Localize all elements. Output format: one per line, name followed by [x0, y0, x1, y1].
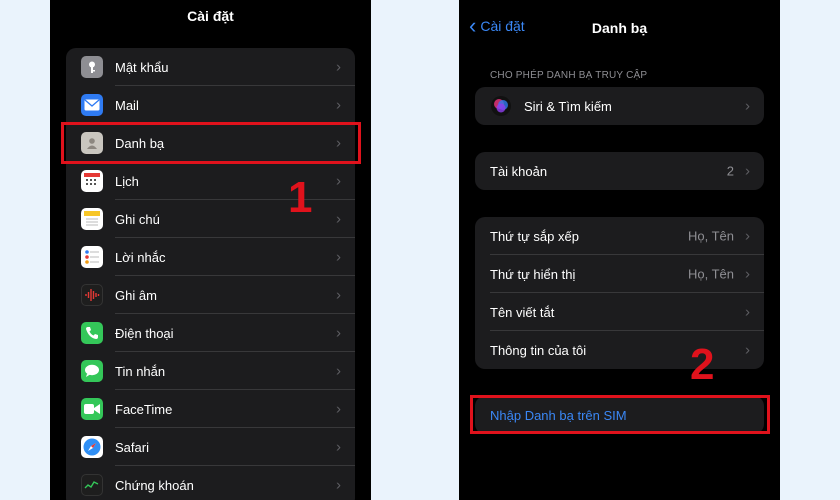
my-info-label: Thông tin của tôi	[490, 342, 587, 358]
settings-item-messages[interactable]: Tin nhắn ›	[66, 352, 355, 390]
calendar-icon	[81, 170, 103, 192]
settings-item-label: Safari	[115, 439, 149, 455]
display-order-value: Họ, Tên	[687, 266, 734, 282]
chevron-right-icon: ›	[336, 324, 341, 342]
page-title: Danh bạ	[591, 20, 648, 36]
safari-icon	[81, 436, 103, 458]
highlight-box	[61, 122, 361, 164]
contacts-settings-screen: ‹ Cài đặt Danh bạ CHO PHÉP DANH BẠ TRUY …	[459, 0, 780, 500]
step-number: 2	[690, 340, 715, 389]
settings-item-label: Lời nhắc	[115, 249, 166, 265]
section-header: CHO PHÉP DANH BẠ TRUY CẬP	[490, 70, 648, 81]
display-order-label: Thứ tự hiển thị	[490, 266, 576, 282]
chevron-right-icon: ›	[336, 210, 341, 228]
settings-list: Mật khẩu › Mail › Danh bạ › Lịch › Ghi c…	[66, 48, 355, 500]
chevron-right-icon: ›	[336, 362, 341, 380]
settings-item-label: Điện thoại	[115, 325, 174, 341]
stocks-icon	[81, 474, 103, 496]
display-group: Thứ tự sắp xếp Họ, Tên › Thứ tự hiển thị…	[475, 217, 764, 369]
chevron-right-icon: ›	[336, 438, 341, 456]
page-title: Cài đặt	[187, 8, 234, 24]
settings-item-label: Chứng khoán	[115, 477, 194, 493]
chevron-right-icon: ›	[745, 227, 750, 245]
settings-item-passwords[interactable]: Mật khẩu ›	[66, 48, 355, 86]
settings-item-label: Ghi chú	[115, 211, 160, 227]
siri-search-item[interactable]: Siri & Tìm kiếm ›	[475, 87, 764, 125]
settings-item-safari[interactable]: Safari ›	[66, 428, 355, 466]
sort-order-value: Họ, Tên	[687, 228, 734, 244]
settings-item-facetime[interactable]: FaceTime ›	[66, 390, 355, 428]
step-number: 1	[288, 173, 313, 222]
accounts-group: Tài khoản 2 ›	[475, 152, 764, 190]
settings-item-label: Tin nhắn	[115, 363, 166, 379]
settings-screen: Cài đặt Mật khẩu › Mail › Danh bạ › Lịch…	[50, 0, 371, 500]
chevron-right-icon: ›	[745, 162, 750, 180]
chevron-right-icon: ›	[745, 265, 750, 283]
chevron-right-icon: ›	[745, 303, 750, 321]
phone-icon	[81, 322, 103, 344]
chevron-right-icon: ›	[745, 341, 750, 359]
highlight-box	[470, 395, 770, 434]
settings-item-mail[interactable]: Mail ›	[66, 86, 355, 124]
siri-icon	[490, 95, 512, 117]
sort-order-item[interactable]: Thứ tự sắp xếp Họ, Tên ›	[475, 217, 764, 255]
access-group: Siri & Tìm kiếm ›	[475, 87, 764, 125]
chevron-right-icon: ›	[336, 248, 341, 266]
messages-icon	[81, 360, 103, 382]
settings-item-phone[interactable]: Điện thoại ›	[66, 314, 355, 352]
accounts-count: 2	[726, 163, 734, 179]
settings-item-reminders[interactable]: Lời nhắc ›	[66, 238, 355, 276]
my-info-item[interactable]: Thông tin của tôi ›	[475, 331, 764, 369]
settings-item-voice-memos[interactable]: Ghi âm ›	[66, 276, 355, 314]
chevron-right-icon: ›	[336, 286, 341, 304]
short-name-label: Tên viết tắt	[490, 304, 555, 320]
display-order-item[interactable]: Thứ tự hiển thị Họ, Tên ›	[475, 255, 764, 293]
sort-order-label: Thứ tự sắp xếp	[490, 228, 579, 244]
settings-item-label: Mail	[115, 97, 139, 113]
notes-icon	[81, 208, 103, 230]
settings-item-label: Ghi âm	[115, 287, 157, 303]
voice-memos-icon	[81, 284, 103, 306]
key-icon	[81, 56, 103, 78]
facetime-icon	[81, 398, 103, 420]
chevron-right-icon: ›	[336, 58, 341, 76]
settings-item-label: FaceTime	[115, 401, 173, 417]
accounts-item[interactable]: Tài khoản 2 ›	[475, 152, 764, 190]
chevron-right-icon: ›	[336, 400, 341, 418]
siri-search-label: Siri & Tìm kiếm	[524, 98, 612, 114]
chevron-right-icon: ›	[336, 96, 341, 114]
chevron-right-icon: ›	[745, 97, 750, 115]
accounts-label: Tài khoản	[490, 163, 548, 179]
settings-item-stocks[interactable]: Chứng khoán ›	[66, 466, 355, 500]
reminders-icon	[81, 246, 103, 268]
settings-item-label: Lịch	[115, 173, 139, 189]
chevron-right-icon: ›	[336, 172, 341, 190]
settings-item-label: Mật khẩu	[115, 59, 169, 75]
chevron-right-icon: ›	[336, 476, 341, 494]
mail-icon	[81, 94, 103, 116]
short-name-item[interactable]: Tên viết tắt ›	[475, 293, 764, 331]
